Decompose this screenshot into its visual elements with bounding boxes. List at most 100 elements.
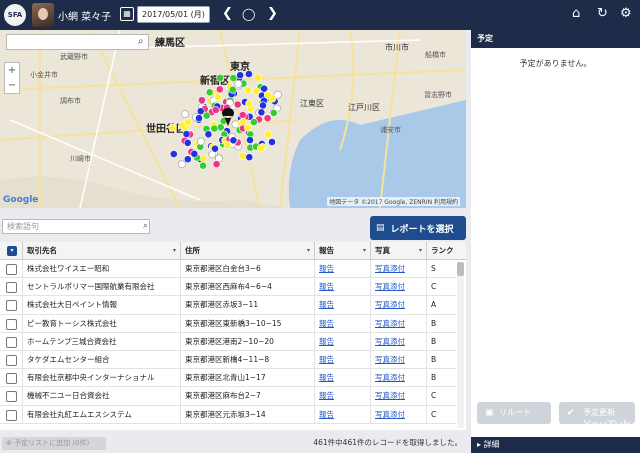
map-marker[interactable] bbox=[245, 153, 254, 162]
map-marker[interactable] bbox=[183, 138, 192, 147]
map-marker[interactable] bbox=[202, 111, 211, 120]
report-link[interactable]: 報告 bbox=[319, 337, 334, 346]
report-select-button[interactable]: ▤ レポートを選択 bbox=[370, 216, 466, 240]
map-marker[interactable] bbox=[236, 71, 244, 80]
map-marker[interactable] bbox=[196, 137, 205, 146]
map-marker[interactable] bbox=[244, 70, 253, 78]
report-link[interactable]: 報告 bbox=[319, 391, 334, 400]
photo-link[interactable]: 写真添付 bbox=[375, 282, 405, 291]
details-toggle[interactable]: ▸ 詳細 bbox=[471, 437, 640, 453]
map-marker[interactable] bbox=[184, 118, 192, 127]
table-row[interactable]: 有限会社丸紅エムエスシステム 東京都港区元赤坂3−14 報告 写真添付 C bbox=[0, 405, 456, 424]
map-marker[interactable] bbox=[263, 91, 272, 99]
map-marker[interactable] bbox=[215, 85, 224, 94]
row-checkbox[interactable] bbox=[6, 264, 17, 275]
table-scrollbar[interactable] bbox=[457, 262, 464, 428]
table-row[interactable]: ホームテンプ三城合資会社 東京都港区港南2−10−20 報告 写真添付 B bbox=[0, 332, 456, 351]
map-marker[interactable] bbox=[229, 74, 238, 82]
row-checkbox[interactable] bbox=[6, 355, 17, 366]
search-input[interactable]: 検索語句 bbox=[2, 219, 150, 234]
map-marker[interactable] bbox=[205, 88, 214, 97]
photo-link[interactable]: 写真添付 bbox=[375, 373, 405, 382]
map-marker[interactable] bbox=[257, 108, 266, 117]
map-marker[interactable] bbox=[211, 144, 219, 153]
app-logo[interactable]: SFA bbox=[4, 4, 26, 26]
row-checkbox[interactable] bbox=[6, 409, 17, 421]
row-checkbox[interactable] bbox=[6, 282, 17, 294]
row-checkbox[interactable] bbox=[6, 318, 17, 330]
table-row[interactable]: 機械不二ユー日合資会社 東京都港区麻布台2−7 報告 写真添付 C bbox=[0, 387, 456, 406]
report-link[interactable]: 報告 bbox=[319, 264, 334, 273]
map-marker[interactable] bbox=[213, 93, 222, 102]
photo-link[interactable]: 写真添付 bbox=[375, 337, 405, 346]
add-to-schedule-button[interactable]: ⊕ 予定リストに追加 (0件) bbox=[2, 437, 106, 450]
chevron-right-icon[interactable]: ❯ bbox=[267, 5, 278, 23]
report-link[interactable]: 報告 bbox=[319, 410, 334, 419]
column-header-rank[interactable]: ランク bbox=[426, 242, 466, 260]
map-marker[interactable] bbox=[264, 130, 273, 139]
refresh-icon[interactable]: ↻ bbox=[597, 6, 608, 22]
report-link[interactable]: 報告 bbox=[319, 300, 334, 309]
map-marker[interactable] bbox=[238, 152, 247, 160]
photo-link[interactable]: 写真添付 bbox=[375, 410, 405, 419]
report-link[interactable]: 報告 bbox=[319, 373, 334, 382]
map-marker[interactable] bbox=[169, 150, 178, 158]
circle-icon[interactable]: ◯ bbox=[242, 5, 255, 23]
row-checkbox[interactable] bbox=[6, 373, 17, 385]
photo-link[interactable]: 写真添付 bbox=[375, 391, 405, 400]
column-header-address[interactable]: 住所 ▾ bbox=[180, 242, 314, 260]
row-checkbox[interactable] bbox=[6, 391, 17, 403]
date-field[interactable]: 2017/05/01 (月) bbox=[137, 6, 210, 23]
map-marker[interactable] bbox=[269, 109, 278, 117]
map-markers[interactable] bbox=[0, 30, 466, 208]
calendar-icon[interactable]: ▦ bbox=[120, 7, 134, 21]
row-checkbox[interactable] bbox=[6, 336, 17, 348]
map-marker[interactable] bbox=[243, 123, 252, 132]
map-marker[interactable] bbox=[238, 111, 247, 119]
column-header-report[interactable]: 報告 ▾ bbox=[314, 242, 370, 260]
map-marker[interactable] bbox=[245, 99, 253, 108]
reroute-button[interactable]: ▣ リルート bbox=[477, 402, 551, 424]
map-marker[interactable] bbox=[259, 101, 267, 110]
map-marker[interactable] bbox=[228, 85, 237, 94]
scrollbar-thumb[interactable] bbox=[457, 262, 464, 276]
map-marker[interactable] bbox=[256, 144, 265, 153]
map-marker[interactable] bbox=[212, 160, 221, 169]
map-marker[interactable] bbox=[210, 124, 219, 133]
map-marker[interactable] bbox=[253, 73, 262, 82]
map-marker[interactable] bbox=[234, 79, 243, 88]
map-marker[interactable] bbox=[223, 141, 232, 149]
map-marker[interactable] bbox=[197, 96, 206, 105]
map-marker[interactable] bbox=[246, 136, 254, 144]
customer-map[interactable]: ⌕ + − 練馬区 東京 新宿区 世田谷区 江戸川区 江東区 市川市 武蔵野市 … bbox=[0, 30, 466, 208]
row-checkbox[interactable] bbox=[6, 300, 17, 312]
map-marker[interactable] bbox=[263, 114, 272, 123]
table-row[interactable]: 株式会社大日ペイント情報 東京都港区赤坂3−11 報告 写真添付 A bbox=[0, 296, 456, 315]
table-row[interactable]: ピー教育トーシス株式会社 東京都港区東新橋3−10−15 報告 写真添付 B bbox=[0, 314, 456, 333]
map-marker[interactable] bbox=[181, 110, 189, 119]
column-header-photo[interactable]: 写真 ▾ bbox=[370, 242, 426, 260]
map-marker[interactable] bbox=[244, 86, 252, 94]
map-marker[interactable] bbox=[229, 136, 238, 145]
map-marker[interactable] bbox=[211, 106, 220, 114]
photo-link[interactable]: 写真添付 bbox=[375, 355, 405, 364]
table-row[interactable]: 有限会社京都中央インターナショナル 東京都港区北青山1−17 報告 写真添付 B bbox=[0, 369, 456, 388]
map-marker[interactable] bbox=[216, 74, 224, 82]
photo-link[interactable]: 写真添付 bbox=[375, 300, 405, 309]
map-marker[interactable] bbox=[195, 114, 203, 123]
map-credit[interactable]: 地図データ ©2017 Google, ZENRIN 利用規約 bbox=[327, 197, 460, 206]
column-header-name[interactable]: 取引先名 ▾ bbox=[22, 242, 180, 260]
map-marker[interactable] bbox=[233, 100, 242, 109]
map-marker[interactable] bbox=[183, 155, 192, 164]
table-row[interactable]: タケダエムセンター組合 東京都港区新橋4−11−8 報告 写真添付 B bbox=[0, 351, 456, 370]
map-marker[interactable] bbox=[249, 118, 258, 126]
map-marker[interactable] bbox=[199, 161, 207, 170]
map-marker[interactable] bbox=[239, 117, 248, 126]
table-row[interactable]: 株式会社ワイスエー昭和 東京都港区白金台3−6 報告 写真添付 S bbox=[0, 260, 456, 279]
map-marker[interactable] bbox=[252, 87, 261, 96]
map-marker[interactable] bbox=[199, 154, 208, 163]
map-marker[interactable] bbox=[268, 138, 276, 146]
report-link[interactable]: 報告 bbox=[319, 282, 334, 291]
gear-icon[interactable]: ⚙ bbox=[620, 6, 632, 22]
map-marker[interactable] bbox=[196, 107, 205, 116]
